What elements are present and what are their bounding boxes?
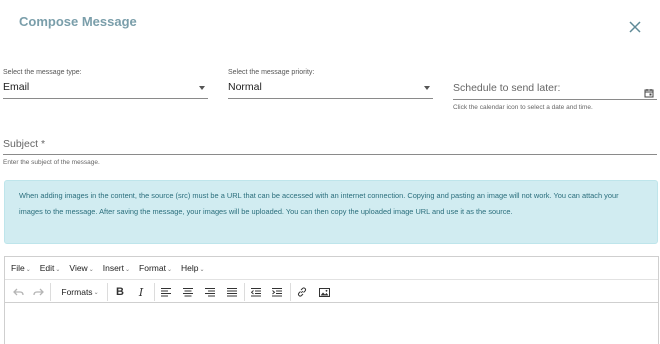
field-underline [3, 98, 208, 99]
bold-button[interactable]: B [113, 284, 127, 300]
outdent-button[interactable] [249, 284, 263, 300]
subject-help: Enter the subject of the message. [3, 159, 100, 166]
message-type-select[interactable]: Select the message type: Email [3, 69, 208, 101]
menu-insert-label: Insert [102, 263, 124, 273]
schedule-underline [453, 99, 657, 100]
align-left-button[interactable] [159, 284, 173, 300]
schedule-input[interactable]: Schedule to send later: [453, 82, 560, 94]
priority-label: Select the message priority: [228, 69, 315, 76]
toolbar-separator [107, 283, 108, 301]
insert-link-button[interactable] [295, 284, 309, 300]
indent-button[interactable] [270, 284, 284, 300]
outdent-icon [251, 287, 261, 296]
chevron-down-icon: ⌄ [166, 267, 172, 273]
info-notice: When adding images in the content, the s… [4, 180, 658, 244]
calendar-icon [644, 89, 654, 98]
indent-icon [272, 287, 282, 296]
align-left-icon [161, 287, 171, 296]
undo-icon [12, 288, 24, 295]
toolbar-separator [154, 283, 155, 301]
priority-select[interactable]: Select the message priority: Normal [228, 69, 433, 101]
menu-view-label: View [69, 263, 88, 273]
chevron-down-icon: ⌄ [88, 267, 94, 273]
toolbar-separator [244, 283, 245, 301]
subject-underline [3, 154, 657, 155]
subject-input[interactable]: Subject * [3, 138, 45, 150]
chevron-down-icon: ⌄ [55, 267, 61, 273]
image-icon [318, 287, 330, 297]
align-justify-button[interactable] [225, 284, 239, 300]
close-icon [629, 21, 641, 33]
align-center-icon [183, 287, 193, 296]
message-type-value: Email [3, 81, 30, 93]
menu-help[interactable]: Help⌄ [181, 263, 205, 273]
formats-dropdown[interactable]: Formats ⌄ [57, 284, 103, 300]
rich-text-editor: File⌄ Edit⌄ View⌄ Insert⌄ Format⌄ Help⌄ … [4, 256, 659, 344]
menu-edit-label: Edit [39, 263, 55, 273]
close-button[interactable] [626, 18, 644, 36]
align-justify-icon [227, 287, 237, 296]
dropdown-arrow-icon [424, 86, 430, 90]
insert-image-button[interactable] [317, 284, 331, 300]
calendar-button[interactable] [644, 85, 654, 98]
toolbar-separator [50, 283, 51, 301]
editor-menubar: File⌄ Edit⌄ View⌄ Insert⌄ Format⌄ Help⌄ [5, 257, 658, 279]
chevron-down-icon: ⌄ [93, 289, 99, 296]
align-right-button[interactable] [203, 284, 217, 300]
undo-button[interactable] [11, 284, 25, 300]
message-type-label: Select the message type: [3, 69, 82, 76]
menu-view[interactable]: View⌄ [69, 263, 93, 273]
priority-value: Normal [228, 81, 262, 93]
menu-format-label: Format [139, 263, 166, 273]
link-icon [297, 287, 307, 297]
italic-button[interactable]: I [134, 284, 148, 300]
dropdown-arrow-icon [199, 86, 205, 90]
menu-format[interactable]: Format⌄ [139, 263, 172, 273]
redo-icon [32, 288, 44, 295]
schedule-help: Click the calendar icon to select a date… [453, 104, 593, 111]
align-center-button[interactable] [181, 284, 195, 300]
redo-button[interactable] [31, 284, 45, 300]
toolbar-separator [290, 283, 291, 301]
chevron-down-icon: ⌄ [125, 267, 131, 273]
field-underline [228, 98, 433, 99]
align-right-icon [205, 287, 215, 296]
editor-toolbar: Formats ⌄ B I [5, 279, 658, 303]
chevron-down-icon: ⌄ [199, 267, 205, 273]
menu-help-label: Help [180, 263, 199, 273]
menu-edit[interactable]: Edit⌄ [40, 263, 61, 273]
chevron-down-icon: ⌄ [25, 267, 31, 273]
menu-file[interactable]: File⌄ [11, 263, 31, 273]
menu-file-label: File [11, 263, 25, 273]
dialog-title: Compose Message [19, 14, 137, 29]
formats-label: Formats [61, 287, 93, 297]
menu-insert[interactable]: Insert⌄ [103, 263, 130, 273]
